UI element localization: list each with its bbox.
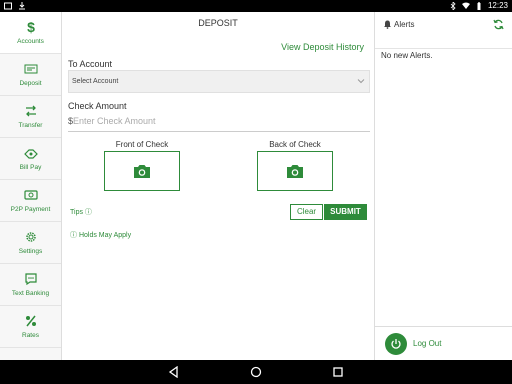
deposit-panel: DEPOSIT View Deposit History To Account … [62, 12, 374, 360]
back-of-check-label: Back of Check [269, 140, 321, 149]
home-icon[interactable] [250, 366, 262, 378]
holds-may-apply-link[interactable]: ⓘ Holds May Apply [70, 230, 131, 240]
sidebar-item-settings[interactable]: Settings [0, 222, 61, 264]
back-of-check-capture-button[interactable] [257, 151, 333, 191]
alerts-title: Alerts [394, 19, 415, 29]
sidebar-item-bill-pay[interactable]: Bill Pay [0, 138, 61, 180]
power-icon [385, 332, 407, 355]
wifi-icon [461, 2, 470, 9]
system-navigation-bar [0, 360, 512, 384]
status-time: 12:23 [487, 1, 508, 10]
info-icon: ⓘ [70, 232, 77, 239]
svg-text:$: $ [27, 20, 35, 34]
front-of-check-label: Front of Check [115, 140, 169, 149]
sidebar-item-label: P2P Payment [10, 206, 51, 213]
submit-button[interactable]: SUBMIT [324, 204, 367, 220]
tips-label: Tips [70, 209, 83, 216]
sidebar-item-p2p-payment[interactable]: P2P Payment [0, 180, 61, 222]
check-amount-placeholder: Enter Check Amount [73, 116, 156, 126]
check-amount-label: Check Amount [68, 101, 127, 111]
sidebar-item-label: Transfer [18, 122, 43, 129]
front-of-check-capture-button[interactable] [104, 151, 180, 191]
transfer-icon [25, 105, 36, 117]
to-account-label: To Account [68, 59, 113, 69]
chevron-down-icon [357, 79, 365, 84]
sidebar: $ Accounts Deposit Transfer Bill Pay P2P… [0, 12, 62, 360]
tips-link[interactable]: Tips ⓘ [70, 207, 92, 217]
sidebar-item-deposit[interactable]: Deposit [0, 54, 61, 96]
divider [375, 48, 512, 49]
percent-icon [25, 315, 36, 327]
sidebar-item-label: Accounts [17, 38, 44, 45]
refresh-icon[interactable] [493, 19, 504, 30]
screenshot-notification-icon [4, 2, 12, 10]
clear-button[interactable]: Clear [290, 204, 323, 220]
sidebar-item-label: Settings [18, 248, 43, 255]
page-title: DEPOSIT [198, 18, 238, 28]
sidebar-item-rates[interactable]: Rates [0, 306, 61, 348]
check-deposit-icon [24, 64, 37, 74]
to-account-select[interactable]: Select Account [68, 70, 370, 93]
no-alerts-text: No new Alerts. [381, 51, 433, 60]
bluetooth-icon [450, 1, 456, 10]
holds-label: Holds May Apply [78, 232, 132, 239]
sidebar-item-label: Bill Pay [19, 164, 42, 171]
sidebar-item-text-banking[interactable]: Text Banking [0, 264, 61, 306]
sidebar-item-more[interactable] [0, 348, 61, 360]
bell-icon [384, 20, 391, 29]
sidebar-item-label: Deposit [19, 80, 42, 87]
sidebar-item-transfer[interactable]: Transfer [0, 96, 61, 138]
camera-icon [134, 165, 150, 178]
status-bar: 12:23 [0, 0, 512, 12]
dollar-icon: $ [27, 20, 35, 34]
gear-icon [25, 232, 36, 242]
alerts-header: Alerts [375, 12, 512, 36]
recents-icon[interactable] [332, 366, 344, 378]
logout-label: Log Out [413, 339, 442, 348]
logout-button[interactable]: Log Out [375, 326, 512, 360]
chat-icon [24, 273, 37, 286]
sidebar-item-label: Text Banking [11, 290, 50, 297]
to-account-value: Select Account [72, 78, 119, 85]
p2p-icon [23, 190, 38, 200]
bill-pay-icon [23, 149, 38, 159]
camera-icon [287, 165, 303, 178]
sidebar-item-accounts[interactable]: $ Accounts [0, 12, 61, 54]
check-amount-input[interactable]: $Enter Check Amount [68, 116, 370, 132]
download-notification-icon [19, 2, 25, 10]
view-deposit-history-link[interactable]: View Deposit History [281, 42, 364, 52]
battery-icon [477, 1, 481, 10]
alerts-panel: Alerts No new Alerts. Log Out [374, 12, 512, 360]
sidebar-item-label: Rates [22, 332, 39, 339]
back-icon[interactable] [168, 366, 180, 378]
info-icon: ⓘ [84, 209, 92, 216]
